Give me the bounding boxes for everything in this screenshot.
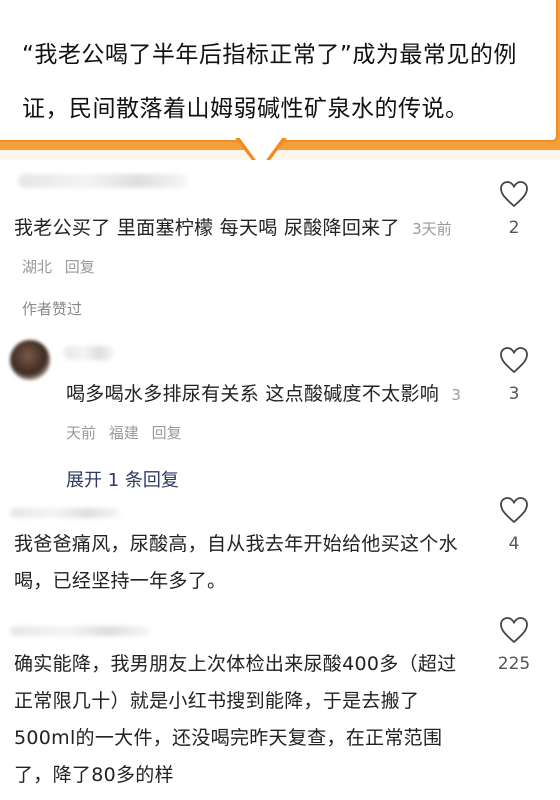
comment-body: 我老公买了 里面塞柠檬 每天喝 尿酸降回来了 xyxy=(14,217,400,239)
expand-replies-button[interactable]: 展开 1 条回复 xyxy=(66,466,179,492)
like-count: 4 xyxy=(508,534,520,554)
comment-location: 湖北 xyxy=(22,258,53,276)
callout-text: “我老公喝了半年后指标正常了”成为最常见的例证，民间散落着山姆弱碱性矿泉水的传说… xyxy=(22,42,517,122)
reply-button[interactable]: 回复 xyxy=(65,258,95,276)
avatar[interactable] xyxy=(10,340,50,380)
comment-list: 2 我老公买了 里面塞柠檬 每天喝 尿酸降回来了 3天前 湖北 回复 作者赞过 … xyxy=(0,160,560,800)
reply-button[interactable]: 回复 xyxy=(152,424,182,442)
like-count: 3 xyxy=(508,384,520,404)
comment-text: 我爸爸痛风，尿酸高，自从我去年开始给他买这个水喝，已经坚持一年多了。 xyxy=(14,533,458,592)
heart-outline-icon[interactable] xyxy=(499,346,529,374)
comment-text: 确实能降，我男朋友上次体检出来尿酸400多（超过正常限几十）就是小红书搜到能降，… xyxy=(14,653,457,786)
comment-text: 喝多喝水多排尿有关系 这点酸碱度不太影响 3天前 福建 回复 xyxy=(66,376,462,452)
blurred-username xyxy=(10,626,150,636)
heart-outline-icon[interactable] xyxy=(499,496,529,524)
heart-outline-icon[interactable] xyxy=(499,180,529,208)
blurred-username xyxy=(10,508,120,518)
heart-outline-icon[interactable] xyxy=(499,616,529,644)
comment-body: 喝多喝水多排尿有关系 这点酸碱度不太影响 xyxy=(66,383,440,405)
blurred-username xyxy=(64,346,114,360)
comment-time: 3天前 xyxy=(412,220,452,238)
blurred-username xyxy=(18,174,188,188)
quote-callout: “我老公喝了半年后指标正常了”成为最常见的例证，民间散落着山姆弱碱性矿泉水的传说… xyxy=(0,0,558,142)
author-liked-badge: 作者赞过 xyxy=(22,300,83,318)
like-count: 225 xyxy=(497,654,531,674)
comment-text: 我老公买了 里面塞柠檬 每天喝 尿酸降回来了 3天前 湖北 回复 xyxy=(14,210,474,286)
comment-location: 福建 xyxy=(108,424,139,442)
like-count: 2 xyxy=(508,218,520,238)
